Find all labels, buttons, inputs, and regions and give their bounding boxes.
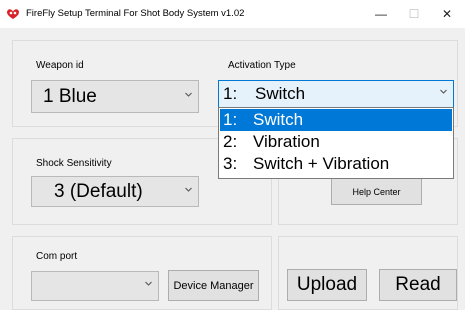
option-number: 2: xyxy=(223,132,238,151)
activation-type-label: Activation Type xyxy=(228,60,296,71)
chevron-down-icon xyxy=(185,186,192,193)
activation-option-switch[interactable]: 1: Switch xyxy=(220,109,452,131)
option-text: Switch xyxy=(253,110,304,129)
minimize-button[interactable]: — xyxy=(365,3,397,25)
weapon-id-value: 1 Blue xyxy=(43,85,97,107)
activation-type-select[interactable]: 1: Switch xyxy=(218,80,454,108)
activation-selected-number: 1: xyxy=(223,84,238,103)
com-port-label: Com port xyxy=(36,251,78,262)
activation-selected-text: Switch xyxy=(255,84,306,103)
close-button[interactable]: ✕ xyxy=(431,3,463,25)
help-center-button[interactable]: Help Center xyxy=(331,178,422,205)
chevron-down-icon xyxy=(145,280,152,287)
chevron-down-icon xyxy=(185,91,192,98)
com-port-select[interactable] xyxy=(31,271,159,301)
title-bar: FireFly Setup Terminal For Shot Body Sys… xyxy=(0,0,465,28)
option-text: Vibration xyxy=(253,132,320,151)
maximize-button: ☐ xyxy=(408,7,420,21)
option-number: 3: xyxy=(223,154,238,173)
upload-button[interactable]: Upload xyxy=(287,269,367,301)
activation-type-dropdown-list: 1: Switch 2: Vibration 3: Switch + Vibra… xyxy=(218,107,454,179)
read-button[interactable]: Read xyxy=(379,269,457,301)
firefly-logo-icon xyxy=(6,7,20,19)
weapon-id-label: Weapon id xyxy=(36,60,84,71)
shock-sensitivity-select[interactable]: 3 (Default) xyxy=(31,176,199,207)
shock-sensitivity-value: 3 (Default) xyxy=(54,180,143,202)
window-title: FireFly Setup Terminal For Shot Body Sys… xyxy=(26,8,245,19)
shock-sensitivity-label: Shock Sensitivity xyxy=(36,158,112,169)
activation-option-vibration[interactable]: 2: Vibration xyxy=(220,131,452,153)
activation-option-switch-vibration[interactable]: 3: Switch + Vibration xyxy=(220,153,452,175)
option-text: Switch + Vibration xyxy=(253,154,390,173)
chevron-down-icon xyxy=(440,88,447,95)
option-number: 1: xyxy=(223,110,238,129)
weapon-id-select[interactable]: 1 Blue xyxy=(31,80,199,113)
device-manager-button[interactable]: Device Manager xyxy=(168,270,259,301)
